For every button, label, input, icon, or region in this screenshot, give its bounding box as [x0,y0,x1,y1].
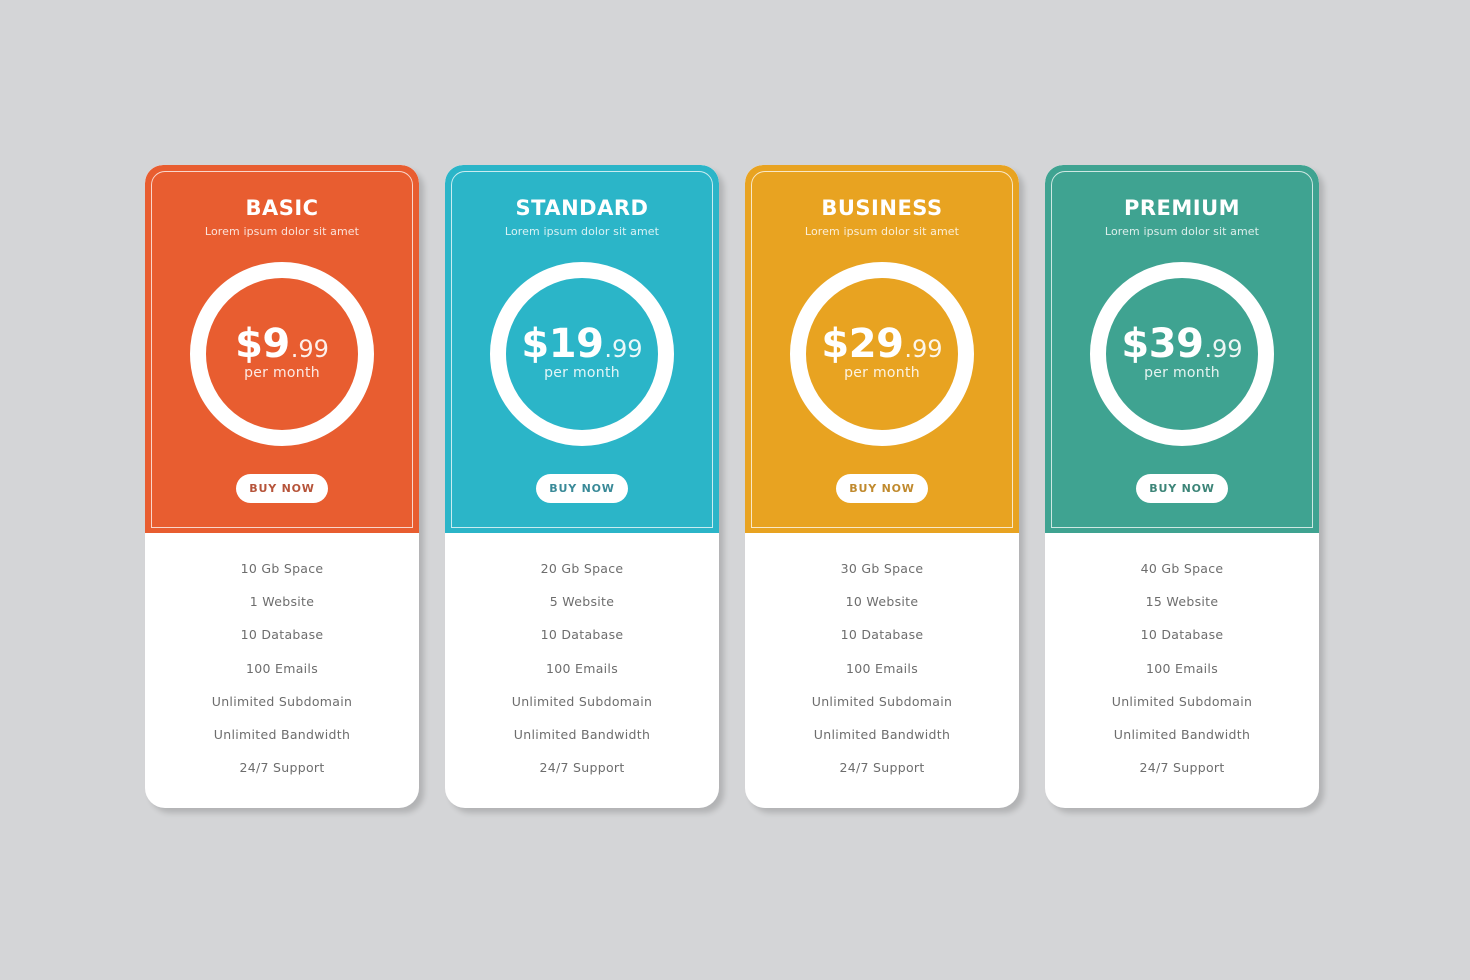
billing-period: per month [1144,365,1220,381]
pricing-card-basic: BASIC Lorem ipsum dolor sit amet $9.99 p… [145,165,419,808]
card-header: PREMIUM Lorem ipsum dolor sit amet $39.9… [1045,165,1319,533]
feature-item: Unlimited Subdomain [511,693,653,709]
feature-item: 100 Emails [245,660,319,676]
feature-item: 10 Database [1140,627,1224,643]
pricing-card-standard: STANDARD Lorem ipsum dolor sit amet $19.… [445,165,719,808]
feature-item: 100 Emails [845,660,919,676]
feature-list: 20 Gb Space 5 Website 10 Database 100 Em… [445,558,719,790]
feature-item: 24/7 Support [539,760,625,776]
price-dollars: $39 [1121,321,1204,367]
pricing-card-business: BUSINESS Lorem ipsum dolor sit amet $29.… [745,165,1019,808]
card-header: BUSINESS Lorem ipsum dolor sit amet $29.… [745,165,1019,533]
price: $9.99 [145,321,419,367]
feature-item: Unlimited Subdomain [211,693,353,709]
price-cents: .99 [290,335,329,363]
plan-title: STANDARD [515,196,649,220]
buy-now-button[interactable]: BUY NOW [1136,474,1228,503]
feature-item: 40 Gb Space [1140,561,1224,576]
billing-period: per month [544,365,620,381]
feature-item: Unlimited Bandwidth [513,726,651,742]
card-header: STANDARD Lorem ipsum dolor sit amet $19.… [445,165,719,533]
feature-item: 10 Database [840,627,924,643]
plan-title: PREMIUM [1123,196,1241,220]
feature-item: 10 Gb Space [240,561,324,576]
price: $39.99 [1045,321,1319,367]
feature-item: Unlimited Bandwidth [813,726,951,742]
feature-item: Unlimited Bandwidth [1113,726,1251,742]
feature-list: 10 Gb Space 1 Website 10 Database 100 Em… [145,558,419,790]
price-cents: .99 [1204,335,1243,363]
feature-item: Unlimited Bandwidth [213,726,351,742]
price: $19.99 [445,321,719,367]
plan-subtitle: Lorem ipsum dolor sit amet [204,225,360,238]
feature-item: Unlimited Subdomain [1111,693,1253,709]
price-cents: .99 [904,335,943,363]
feature-list: 40 Gb Space 15 Website 10 Database 100 E… [1045,558,1319,790]
price-dollars: $29 [821,321,904,367]
feature-item: 100 Emails [1145,660,1219,676]
feature-item: 24/7 Support [1139,760,1225,776]
feature-item: 30 Gb Space [840,561,924,576]
feature-item: 5 Website [549,594,615,610]
feature-item: 10 Database [240,627,324,643]
feature-item: 20 Gb Space [540,561,624,576]
feature-item: 10 Website [845,594,919,610]
billing-period: per month [244,365,320,381]
feature-item: 10 Database [540,627,624,643]
feature-list: 30 Gb Space 10 Website 10 Database 100 E… [745,558,1019,790]
plan-title: BASIC [245,196,319,220]
pricing-card-premium: PREMIUM Lorem ipsum dolor sit amet $39.9… [1045,165,1319,808]
plan-subtitle: Lorem ipsum dolor sit amet [804,225,960,238]
card-header: BASIC Lorem ipsum dolor sit amet $9.99 p… [145,165,419,533]
buy-now-button[interactable]: BUY NOW [236,474,328,503]
feature-item: 24/7 Support [839,760,925,776]
price-dollars: $19 [521,321,604,367]
feature-item: 15 Website [1145,594,1219,610]
feature-item: 1 Website [249,594,315,610]
feature-item: Unlimited Subdomain [811,693,953,709]
buy-now-button[interactable]: BUY NOW [536,474,628,503]
plan-subtitle: Lorem ipsum dolor sit amet [1104,225,1260,238]
feature-item: 100 Emails [545,660,619,676]
plan-subtitle: Lorem ipsum dolor sit amet [504,225,660,238]
buy-now-button[interactable]: BUY NOW [836,474,928,503]
price-dollars: $9 [235,321,290,367]
plan-title: BUSINESS [821,196,943,220]
price: $29.99 [745,321,1019,367]
pricing-table: BASIC Lorem ipsum dolor sit amet $9.99 p… [0,0,1470,980]
billing-period: per month [844,365,920,381]
feature-item: 24/7 Support [239,760,325,776]
price-cents: .99 [604,335,643,363]
